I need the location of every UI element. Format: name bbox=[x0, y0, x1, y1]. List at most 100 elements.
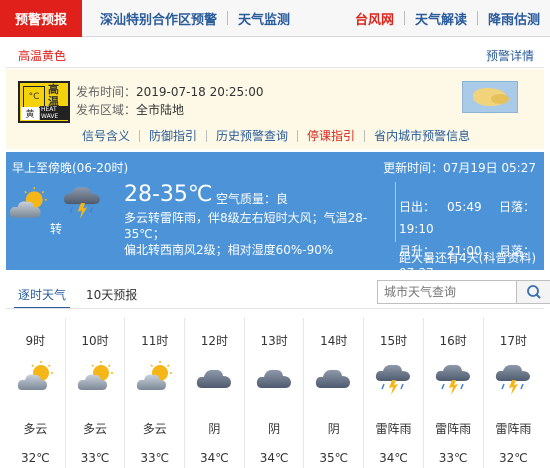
overcast-icon bbox=[195, 360, 235, 396]
publish-area-label: 发布区域： bbox=[76, 103, 137, 117]
high-temperature-yellow-warning-icon: °C 高温 黄 HEAT WAVE bbox=[18, 81, 70, 123]
top-nav: 预警预报 深汕特别合作区预警 天气监测 台风网 天气解读 降雨估测 bbox=[0, 0, 550, 37]
search-button[interactable] bbox=[516, 281, 550, 303]
link-province-city-warnings[interactable]: 省内城市预警信息 bbox=[365, 127, 479, 144]
thermometer-icon: °C bbox=[23, 86, 45, 108]
warning-panel: °C 高温 黄 HEAT WAVE 发布时间：2019-07-18 20:25:… bbox=[6, 69, 544, 149]
air-quality: 空气质量：良 bbox=[216, 192, 289, 206]
forecast-description-line: 多云转雷阵雨，伴8级左右短时大风；气温28-35℃； bbox=[124, 211, 368, 241]
forecast-update-time: 更新时间：07月19日 05:27 bbox=[383, 161, 536, 175]
tab-hourly-weather[interactable]: 逐时天气 bbox=[13, 286, 71, 309]
nav-tab-forecast-warning[interactable]: 预警预报 bbox=[0, 0, 82, 37]
hourly-item: 11时多云 33℃ bbox=[125, 318, 186, 468]
nav-item-typhoon[interactable]: 台风网 bbox=[345, 9, 404, 28]
overcast-icon bbox=[255, 360, 295, 396]
nav-item-rainfall-estimate[interactable]: 降雨估测 bbox=[478, 9, 550, 28]
hourly-item: 13时阴 34℃ bbox=[245, 318, 305, 468]
warning-detail-link[interactable]: 预警详情 bbox=[486, 47, 534, 64]
solar-term-countdown-link[interactable]: 距大暑还有4天(科普资料) bbox=[399, 249, 536, 266]
sunrise-value: 05:49 bbox=[447, 200, 482, 214]
thunderstorm-icon bbox=[494, 360, 534, 396]
hourly-temperature: 34℃ bbox=[259, 451, 289, 465]
hourly-item: 14时阴 35℃ bbox=[304, 318, 365, 468]
hourly-weather: 多云 bbox=[142, 422, 167, 436]
link-defense-guide[interactable]: 防御指引 bbox=[140, 127, 206, 144]
hourly-temperature: 32℃ bbox=[20, 451, 50, 465]
hourly-temperature: 33℃ bbox=[438, 451, 468, 465]
forecast-description-line: 偏北转西南风2级；相对湿度60%-90% bbox=[124, 243, 334, 257]
hourly-temperature: 34℃ bbox=[200, 451, 229, 465]
tabs-divider bbox=[6, 308, 544, 309]
partly-cloudy-icon bbox=[8, 186, 50, 224]
hourly-item: 17时雷阵雨 32℃ bbox=[484, 318, 544, 468]
hourly-time: 11时 bbox=[141, 334, 169, 348]
hourly-time: 13时 bbox=[260, 334, 288, 348]
partly-cloudy-icon bbox=[76, 360, 116, 396]
nav-item-shenshan-warning[interactable]: 深汕特别合作区预警 bbox=[90, 9, 227, 28]
daily-forecast-panel: 早上至傍晚(06-20时) 更新时间：07月19日 05:27 转 28-35℃… bbox=[6, 152, 544, 280]
link-history-query[interactable]: 历史预警查询 bbox=[207, 127, 297, 144]
thunderstorm-icon bbox=[62, 182, 104, 220]
hourly-time: 17时 bbox=[499, 334, 527, 348]
publish-area-value: 全市陆地 bbox=[136, 103, 185, 117]
hourly-forecast-list: 9时多云 32℃ 10时多云 33℃ 11时多云 33℃ 12时阴 34℃ 13时阴 34℃ 14时… bbox=[6, 318, 544, 468]
hourly-weather: 阴 bbox=[327, 422, 340, 436]
forecast-description: 多云转雷阵雨，伴8级左右短时大风；气温28-35℃； 偏北转西南风2级；相对湿度… bbox=[124, 210, 394, 258]
thunderstorm-icon bbox=[374, 360, 414, 396]
hourly-item: 15时 雷阵雨 34℃ bbox=[364, 318, 424, 468]
link-signal-meaning[interactable]: 信号含义 bbox=[76, 127, 139, 144]
forecast-turn-label: 转 bbox=[50, 222, 63, 236]
sun-moon-times: 日出： 05:49 日落：19:10 月升： 21:00 月落：07:37 bbox=[399, 196, 544, 284]
hourly-temperature: 33℃ bbox=[140, 451, 170, 465]
hourly-item: 10时多云 33℃ bbox=[66, 318, 126, 468]
hourly-temperature: 32℃ bbox=[498, 451, 528, 465]
forecast-tabs: 逐时天气 10天预报 bbox=[6, 280, 550, 309]
hourly-weather: 多云 bbox=[83, 422, 108, 436]
warning-icon-glyph: 高温 bbox=[48, 83, 59, 108]
map-land-shape bbox=[491, 94, 509, 104]
nav-item-weather-interpret[interactable]: 天气解读 bbox=[405, 9, 477, 28]
hourly-weather: 雷阵雨 bbox=[375, 422, 412, 436]
hourly-item: 16时雷阵雨 33℃ bbox=[424, 318, 484, 468]
forecast-temperature: 28-35℃ bbox=[124, 182, 213, 207]
hourly-weather: 阴 bbox=[268, 422, 281, 436]
warning-header: 高温黄色 预警详情 bbox=[6, 40, 544, 73]
publish-time-value: 2019-07-18 20:25:00 bbox=[136, 85, 264, 99]
overcast-icon bbox=[314, 360, 354, 396]
hourly-item: 9时多云 32℃ bbox=[6, 318, 66, 468]
warning-title-tab[interactable]: 高温黄色 bbox=[18, 47, 67, 73]
tab-ten-day-forecast[interactable]: 10天预报 bbox=[86, 286, 137, 303]
hourly-time: 12时 bbox=[200, 334, 229, 348]
hourly-temperature: 33℃ bbox=[80, 451, 110, 465]
hourly-time: 16时 bbox=[439, 334, 467, 348]
sunset-value: 19:10 bbox=[399, 222, 434, 236]
search-icon bbox=[527, 285, 541, 299]
search-input[interactable] bbox=[378, 281, 518, 303]
hourly-time: 10时 bbox=[81, 334, 109, 348]
thunderstorm-icon bbox=[434, 360, 474, 396]
publish-time-label: 发布时间： bbox=[76, 85, 137, 99]
hourly-temperature: 35℃ bbox=[319, 451, 349, 465]
hourly-weather: 阴 bbox=[208, 422, 221, 436]
hourly-temperature: 34℃ bbox=[379, 451, 408, 465]
partly-cloudy-icon bbox=[135, 360, 175, 396]
partly-cloudy-icon bbox=[16, 360, 56, 396]
forecast-period: 早上至傍晚(06-20时) bbox=[12, 161, 129, 175]
warning-icon-level: 黄 bbox=[21, 107, 39, 120]
sunrise-label: 日出： bbox=[399, 200, 436, 214]
hourly-time: 9时 bbox=[25, 334, 46, 348]
sunset-label: 日落： bbox=[499, 200, 536, 214]
warning-links: 信号含义 防御指引 历史预警查询 停课指引 省内城市预警信息 bbox=[76, 127, 479, 144]
nav-item-weather-monitor[interactable]: 天气监测 bbox=[228, 9, 300, 28]
hourly-time: 14时 bbox=[320, 334, 348, 348]
warning-area-map-thumbnail[interactable] bbox=[462, 81, 518, 113]
hourly-weather: 雷阵雨 bbox=[495, 422, 532, 436]
warning-icon-subtext: HEAT WAVE bbox=[40, 106, 68, 120]
forecast-divider bbox=[395, 182, 396, 242]
hourly-weather: 多云 bbox=[23, 422, 48, 436]
warning-info: 发布时间：2019-07-18 20:25:00 发布区域：全市陆地 bbox=[76, 83, 263, 119]
hourly-item: 12时阴 34℃ bbox=[185, 318, 245, 468]
hourly-weather: 雷阵雨 bbox=[435, 422, 472, 436]
link-class-suspension-guide[interactable]: 停课指引 bbox=[298, 127, 364, 144]
city-weather-search bbox=[377, 280, 550, 304]
